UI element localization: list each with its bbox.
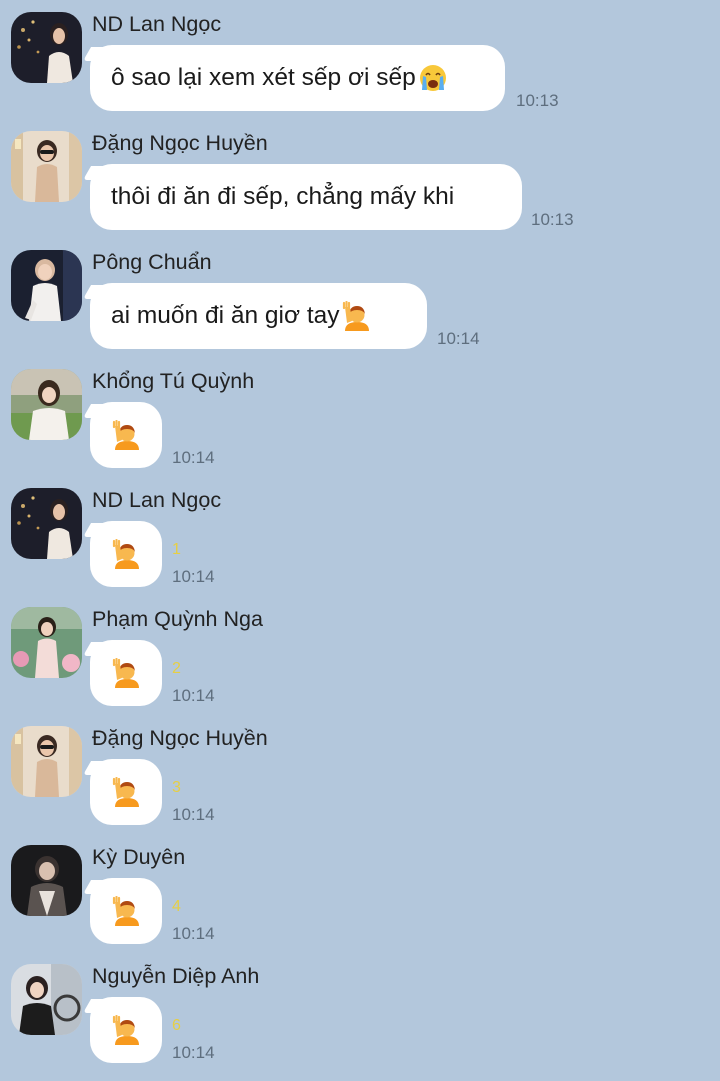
read-count: 2 (172, 660, 181, 677)
raising-hand-icon (112, 1015, 142, 1045)
avatar[interactable] (11, 488, 82, 559)
avatar[interactable] (11, 964, 82, 1035)
raising-hand-icon (342, 301, 372, 331)
message-bubble[interactable]: ô sao lại xem xét sếp ơi sếp (90, 45, 505, 111)
chat-message-list[interactable]: ND Lan Ngọc ô sao lại xem xét sếp ơi sếp… (0, 0, 720, 1081)
timestamp: 10:14 (437, 329, 480, 348)
message-bubble[interactable] (90, 402, 162, 468)
timestamp: 10:14 (172, 924, 215, 943)
avatar[interactable] (11, 369, 82, 440)
chat-message: Pông Chuẩn ai muốn đi ăn giơ tay 10:14 (0, 238, 720, 357)
message-bubble[interactable] (90, 997, 162, 1063)
sender-name: Pông Chuẩn (92, 250, 212, 274)
chat-message: ND Lan Ngọc ô sao lại xem xét sếp ơi sếp… (0, 0, 720, 119)
message-bubble[interactable] (90, 759, 162, 825)
avatar[interactable] (11, 726, 82, 797)
timestamp: 10:13 (531, 210, 574, 229)
crying-face-icon (418, 63, 448, 93)
sender-name: Khổng Tú Quỳnh (92, 369, 255, 393)
avatar[interactable] (11, 131, 82, 202)
chat-message: Đặng Ngọc Huyền thôi đi ăn đi sếp, chẳng… (0, 119, 720, 238)
timestamp: 10:14 (172, 686, 215, 705)
timestamp: 10:14 (172, 1043, 215, 1062)
chat-message: ND Lan Ngọc 1 10:14 (0, 476, 720, 595)
read-count: 3 (172, 779, 181, 796)
chat-message: Nguyễn Diệp Anh 6 10:14 (0, 952, 720, 1071)
raising-hand-icon (112, 896, 142, 926)
raising-hand-icon (112, 777, 142, 807)
message-bubble[interactable] (90, 878, 162, 944)
sender-name: ND Lan Ngọc (92, 12, 222, 36)
avatar[interactable] (11, 845, 82, 916)
read-count: 1 (172, 541, 181, 558)
sender-name: Đặng Ngọc Huyền (92, 726, 268, 750)
read-count: 4 (172, 898, 181, 915)
raising-hand-icon (112, 420, 142, 450)
sender-name: Kỳ Duyên (92, 845, 186, 869)
avatar[interactable] (11, 607, 82, 678)
message-bubble[interactable] (90, 640, 162, 706)
avatar[interactable] (11, 250, 82, 321)
message-bubble[interactable]: ai muốn đi ăn giơ tay (90, 283, 427, 349)
message-bubble[interactable] (90, 521, 162, 587)
message-text: ai muốn đi ăn giơ tay (111, 302, 340, 329)
timestamp: 10:14 (172, 805, 215, 824)
message-bubble[interactable]: thôi đi ăn đi sếp, chẳng mấy khi (90, 164, 522, 230)
sender-name: Đặng Ngọc Huyền (92, 131, 268, 155)
chat-message: Đặng Ngọc Huyền 3 10:14 (0, 714, 720, 833)
sender-name: Nguyễn Diệp Anh (92, 964, 260, 988)
chat-message: Phạm Quỳnh Nga 2 10:14 (0, 595, 720, 714)
chat-message: Kỳ Duyên 4 10:14 (0, 833, 720, 952)
read-count: 6 (172, 1017, 181, 1034)
message-text: thôi đi ăn đi sếp, chẳng mấy khi (111, 183, 455, 210)
timestamp: 10:13 (516, 91, 559, 110)
timestamp: 10:14 (172, 448, 215, 467)
sender-name: ND Lan Ngọc (92, 488, 222, 512)
timestamp: 10:14 (172, 567, 215, 586)
raising-hand-icon (112, 658, 142, 688)
message-text: ô sao lại xem xét sếp ơi sếp (111, 64, 416, 91)
chat-message: Khổng Tú Quỳnh 10:14 (0, 357, 720, 476)
avatar[interactable] (11, 12, 82, 83)
sender-name: Phạm Quỳnh Nga (92, 607, 263, 631)
raising-hand-icon (112, 539, 142, 569)
